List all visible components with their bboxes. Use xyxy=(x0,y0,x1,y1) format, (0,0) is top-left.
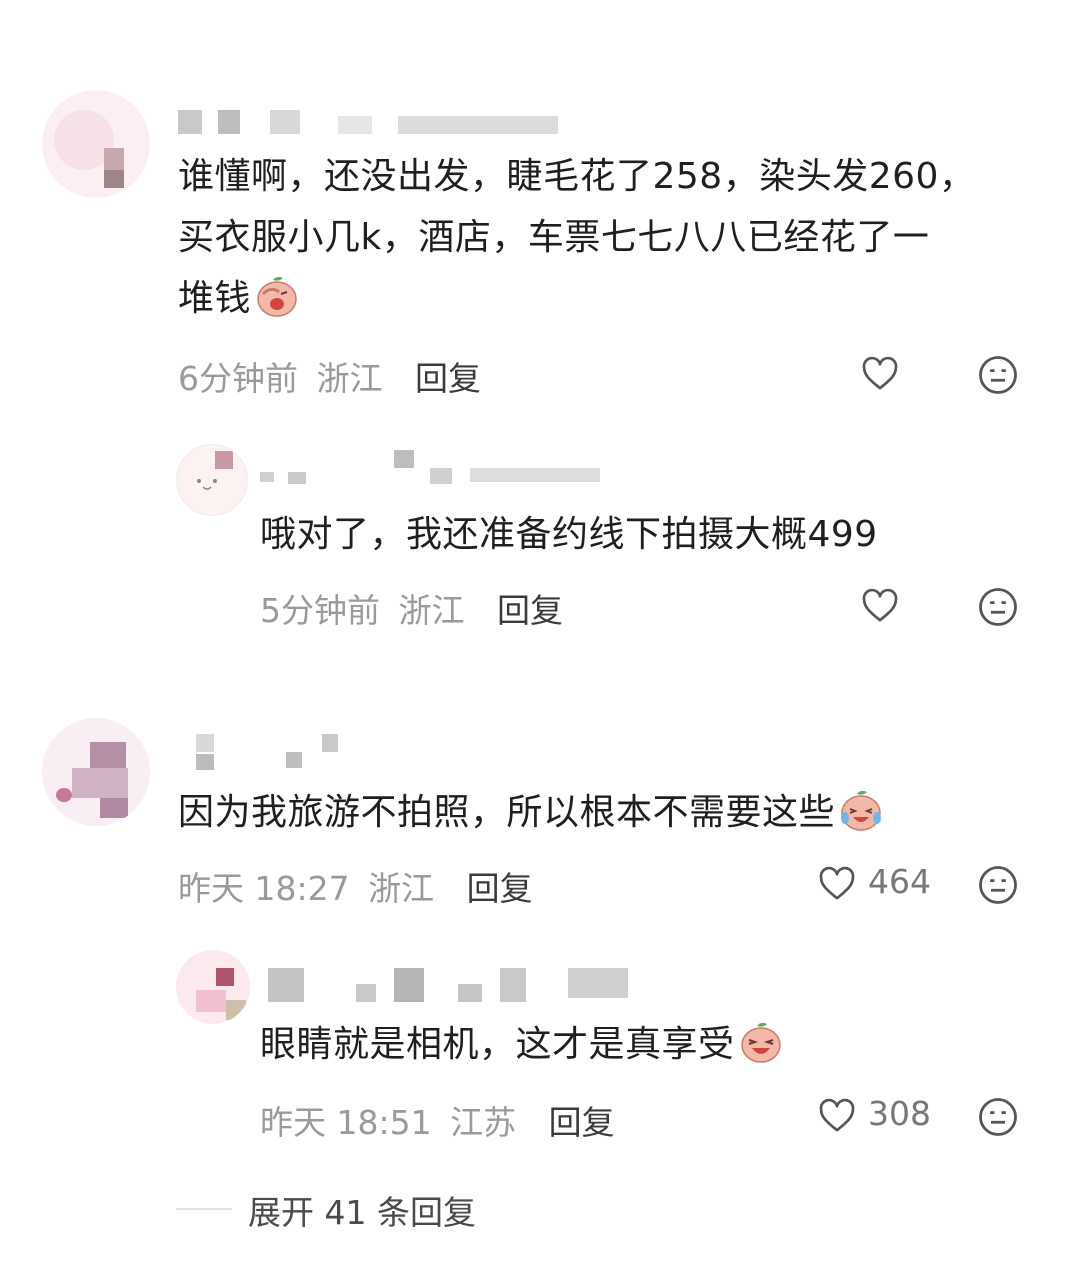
expand-divider xyxy=(176,1208,232,1210)
reply-time: 昨天 18:51 xyxy=(260,1103,432,1142)
comment-text-line: 因为我旅游不拍照，所以根本不需要这些 xyxy=(178,792,836,833)
comment-text-line: 买衣服小几k，酒店，车票七七八八已经花了一 xyxy=(178,217,930,258)
username-mosaic[interactable] xyxy=(178,102,558,136)
reply-text: 哦对了，我还准备约线下拍摄大概499 xyxy=(260,514,878,555)
comment-text: 因为我旅游不拍照，所以根本不需要这些 xyxy=(178,782,883,843)
reply-item: 眼睛就是相机，这才是真享受 昨天 18:51 江苏 回复 308 xyxy=(0,946,1080,1146)
reply-item: 哦对了，我还准备约线下拍摄大概499 5分钟前 浙江 回复 xyxy=(0,440,1080,640)
heart-outline-icon[interactable] xyxy=(817,1096,857,1136)
meh-face-icon[interactable] xyxy=(977,586,1019,628)
avatar[interactable] xyxy=(176,950,250,1024)
reply-button[interactable]: 回复 xyxy=(467,869,533,908)
expand-replies-button[interactable]: 展开 41 条回复 xyxy=(248,1186,476,1234)
reply-text-content: 眼睛就是相机，这才是真享受 xyxy=(260,1024,735,1065)
avatar[interactable] xyxy=(176,444,248,516)
reply-time: 5分钟前 xyxy=(260,591,380,630)
like-count: 308 xyxy=(868,1094,931,1133)
comment-time: 6分钟前 xyxy=(178,359,298,398)
username-mosaic[interactable] xyxy=(268,968,628,1002)
laughing-peach-emoji xyxy=(740,1022,781,1063)
reply-button[interactable]: 回复 xyxy=(497,591,563,630)
reply-meta: 昨天 18:51 江苏 回复 xyxy=(260,1096,615,1144)
comment-meta: 昨天 18:27 浙江 回复 xyxy=(178,862,533,910)
comment-time: 昨天 18:27 xyxy=(178,869,350,908)
comment-meta: 6分钟前 浙江 回复 xyxy=(178,352,481,400)
meh-face-icon[interactable] xyxy=(977,1096,1019,1138)
username-mosaic[interactable] xyxy=(196,734,356,770)
reply-location: 浙江 xyxy=(398,591,465,630)
crying-laughing-peach-emoji xyxy=(841,790,882,831)
comment-item: 谁懂啊，还没出发，睫毛花了258，染头发260， 买衣服小几k，酒店，车票七七八… xyxy=(0,80,1080,420)
heart-outline-icon[interactable] xyxy=(817,864,857,904)
comment-text-line: 堆钱 xyxy=(178,278,252,319)
meh-face-icon[interactable] xyxy=(977,864,1019,906)
like-count: 464 xyxy=(868,862,931,901)
reply-location: 江苏 xyxy=(450,1103,517,1142)
facepalm-peach-emoji xyxy=(257,276,297,317)
comment-item: 因为我旅游不拍照，所以根本不需要这些 昨天 18:27 浙江 回复 464 xyxy=(0,712,1080,922)
reply-meta: 5分钟前 浙江 回复 xyxy=(260,584,563,632)
heart-outline-icon[interactable] xyxy=(860,354,900,394)
avatar[interactable] xyxy=(42,718,150,826)
reply-button[interactable]: 回复 xyxy=(549,1103,615,1142)
reply-text: 眼睛就是相机，这才是真享受 xyxy=(260,1014,783,1075)
comment-text-line: 谁懂啊，还没出发，睫毛花了258，染头发260， xyxy=(178,156,976,197)
username-mosaic[interactable] xyxy=(260,450,660,484)
comment-location: 浙江 xyxy=(316,359,383,398)
reply-button[interactable]: 回复 xyxy=(415,359,481,398)
comment-location: 浙江 xyxy=(368,869,435,908)
avatar[interactable] xyxy=(42,90,150,198)
meh-face-icon[interactable] xyxy=(977,354,1019,396)
heart-outline-icon[interactable] xyxy=(860,586,900,626)
comment-text: 谁懂啊，还没出发，睫毛花了258，染头发260， 买衣服小几k，酒店，车票七七八… xyxy=(178,146,1038,329)
